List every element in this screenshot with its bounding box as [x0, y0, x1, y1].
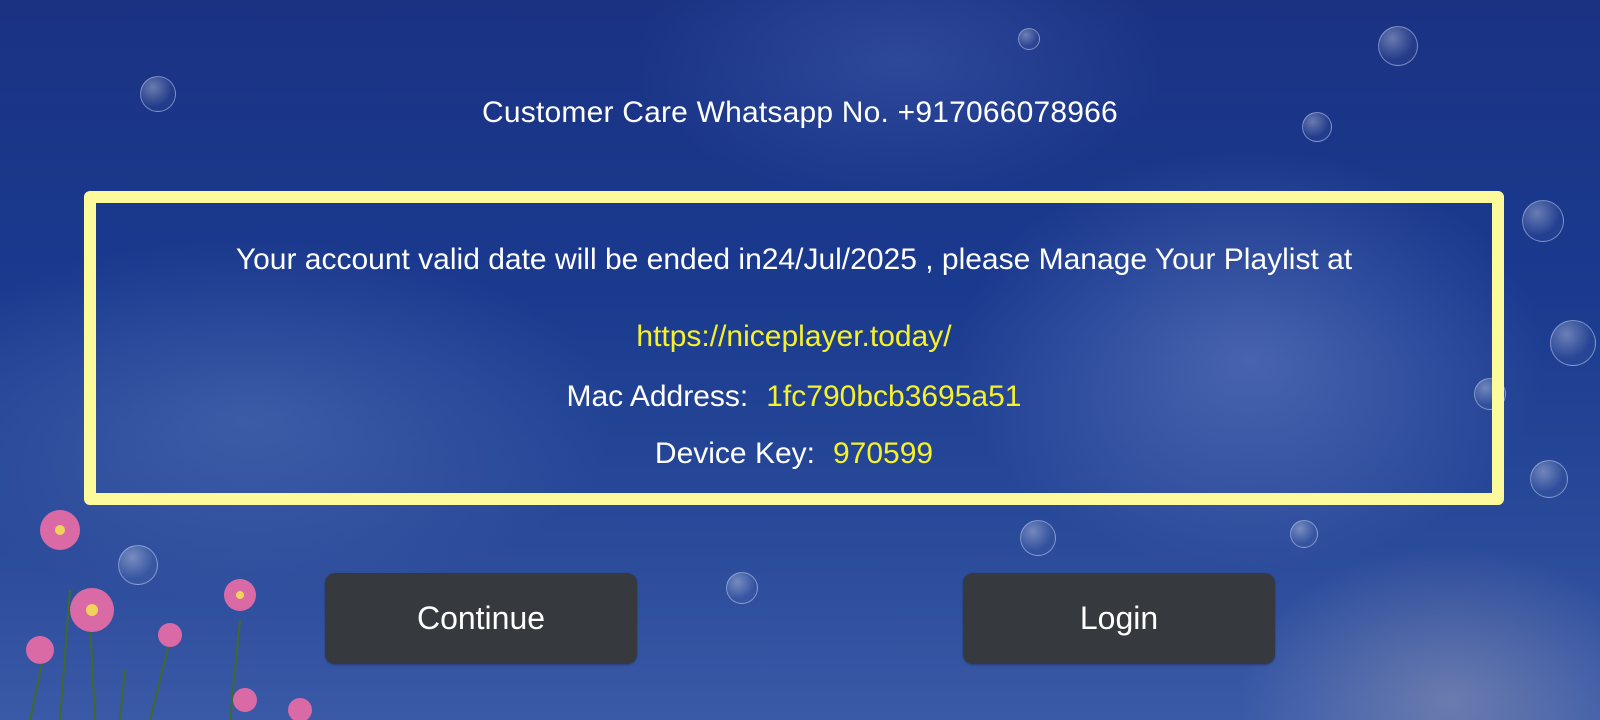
customer-care-text: Customer Care Whatsapp No. +917066078966 — [482, 96, 1118, 129]
bubble-decoration — [1018, 28, 1040, 50]
playlist-url-link[interactable]: https://niceplayer.today/ — [96, 320, 1492, 354]
account-notice-box: Your account valid date will be ended in… — [84, 191, 1504, 505]
mac-address-row: Mac Address: 1fc790bcb3695a51 — [96, 380, 1492, 414]
bubble-decoration — [1290, 520, 1318, 548]
expiry-message: Your account valid date will be ended in… — [235, 243, 1353, 276]
bubble-decoration — [1020, 520, 1056, 556]
device-key-row: Device Key: 970599 — [96, 437, 1492, 471]
mac-address-label: Mac Address: — [566, 380, 749, 413]
login-button[interactable]: Login — [963, 573, 1275, 664]
login-button-label: Login — [1079, 600, 1159, 636]
bubble-decoration — [726, 572, 758, 604]
continue-button-label: Continue — [416, 600, 546, 636]
flowers-decoration — [26, 510, 312, 720]
bubble-decoration — [1530, 460, 1568, 498]
bubble-decoration — [1378, 26, 1418, 66]
device-key-value: 970599 — [832, 437, 934, 470]
device-key-label: Device Key: — [654, 437, 815, 470]
continue-button[interactable]: Continue — [325, 573, 637, 664]
mac-address-value: 1fc790bcb3695a51 — [766, 380, 1022, 413]
bubble-decoration — [118, 545, 158, 585]
bubble-decoration — [1522, 200, 1564, 242]
bubble-decoration — [1550, 320, 1596, 366]
